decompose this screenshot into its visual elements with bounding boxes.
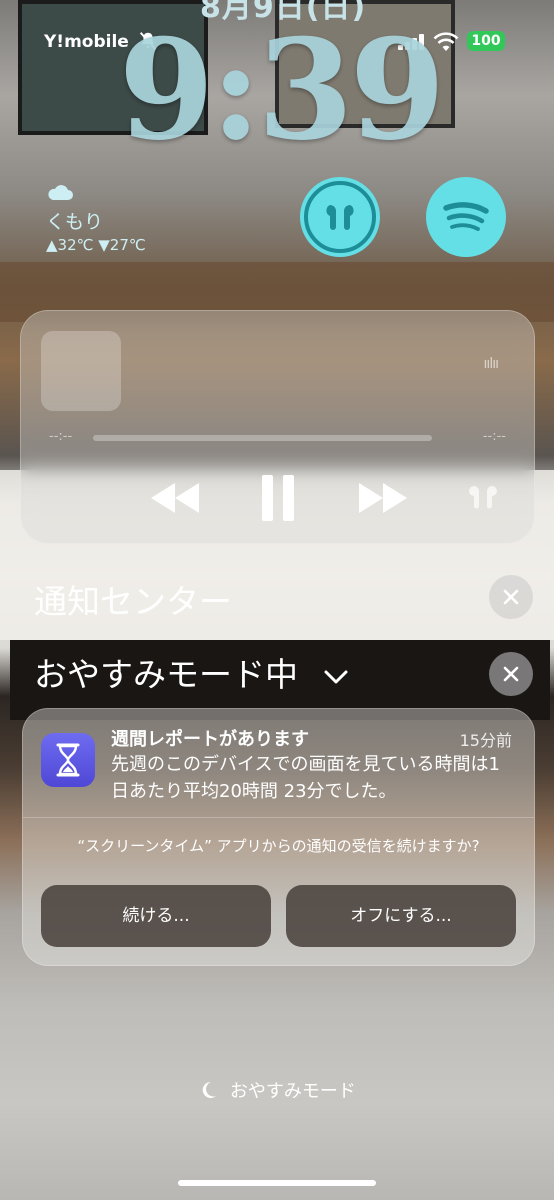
screen-time-notification[interactable]: 週間レポートがあります 15分前 先週のこのデバイスでの画面を見ている時間は1日… xyxy=(22,708,535,966)
focus-mode-label: おやすみモード中 xyxy=(34,655,298,694)
album-artwork xyxy=(41,331,121,411)
home-indicator[interactable] xyxy=(178,1180,376,1186)
spotify-icon xyxy=(443,202,489,231)
elapsed-time: --:-- xyxy=(49,429,73,444)
battery-indicator: 100 xyxy=(467,31,505,51)
airpods-battery-widget[interactable] xyxy=(300,177,380,257)
playback-controls xyxy=(21,473,534,523)
notification-question: “スクリーンタイム” アプリからの通知の受信を続けますか? xyxy=(77,837,480,855)
clear-notifications-button[interactable] xyxy=(489,575,533,619)
focus-mode-footer-label: おやすみモード xyxy=(229,1081,356,1102)
screen-time-app-icon xyxy=(41,733,95,787)
close-icon xyxy=(503,589,519,605)
chevron-down-icon xyxy=(324,670,347,683)
focus-mode-header[interactable]: おやすみモード中 xyxy=(34,648,349,696)
notification-center-title: 通知センター xyxy=(34,582,232,621)
fast-forward-button[interactable] xyxy=(357,473,409,523)
weather-temps: ▲32℃ ▼27℃ xyxy=(46,236,146,254)
rewind-button[interactable] xyxy=(149,473,201,523)
notification-title: 週間レポートがあります xyxy=(111,729,309,750)
continue-button[interactable]: 続ける... xyxy=(41,885,271,947)
battery-ring xyxy=(304,181,376,253)
clear-focus-notifications-button[interactable] xyxy=(489,652,533,696)
audio-output-button[interactable] xyxy=(466,473,500,523)
weather-condition: くもり xyxy=(46,211,104,233)
pause-button[interactable] xyxy=(259,473,297,523)
airpods-output-icon xyxy=(469,486,497,509)
notification-time: 15分前 xyxy=(459,731,512,750)
remaining-time: --:-- xyxy=(482,429,506,444)
weather-widget[interactable]: くもり ▲32℃ ▼27℃ xyxy=(46,183,146,254)
fast-forward-icon xyxy=(359,483,407,513)
divider xyxy=(23,817,534,818)
spotify-widget[interactable] xyxy=(426,177,506,257)
focus-mode-indicator[interactable]: おやすみモード xyxy=(0,1077,554,1103)
lockscreen-clock: 9:39 xyxy=(118,8,445,171)
moon-icon xyxy=(202,1081,217,1098)
hourglass-icon xyxy=(56,743,80,777)
audio-level-icon: ıılıı xyxy=(483,356,499,372)
rewind-icon xyxy=(151,483,199,513)
notification-body: 先週のこのデバイスでの画面を見ている時間は1日あたり平均20時間 23分でした。 xyxy=(111,754,500,802)
now-playing-player: ıılıı --:-- --:-- xyxy=(20,310,535,544)
close-icon xyxy=(503,666,519,682)
turn-off-button[interactable]: オフにする... xyxy=(286,885,516,947)
playback-scrubber[interactable] xyxy=(93,435,432,441)
pause-icon xyxy=(262,475,294,521)
cloud-icon xyxy=(48,185,73,200)
